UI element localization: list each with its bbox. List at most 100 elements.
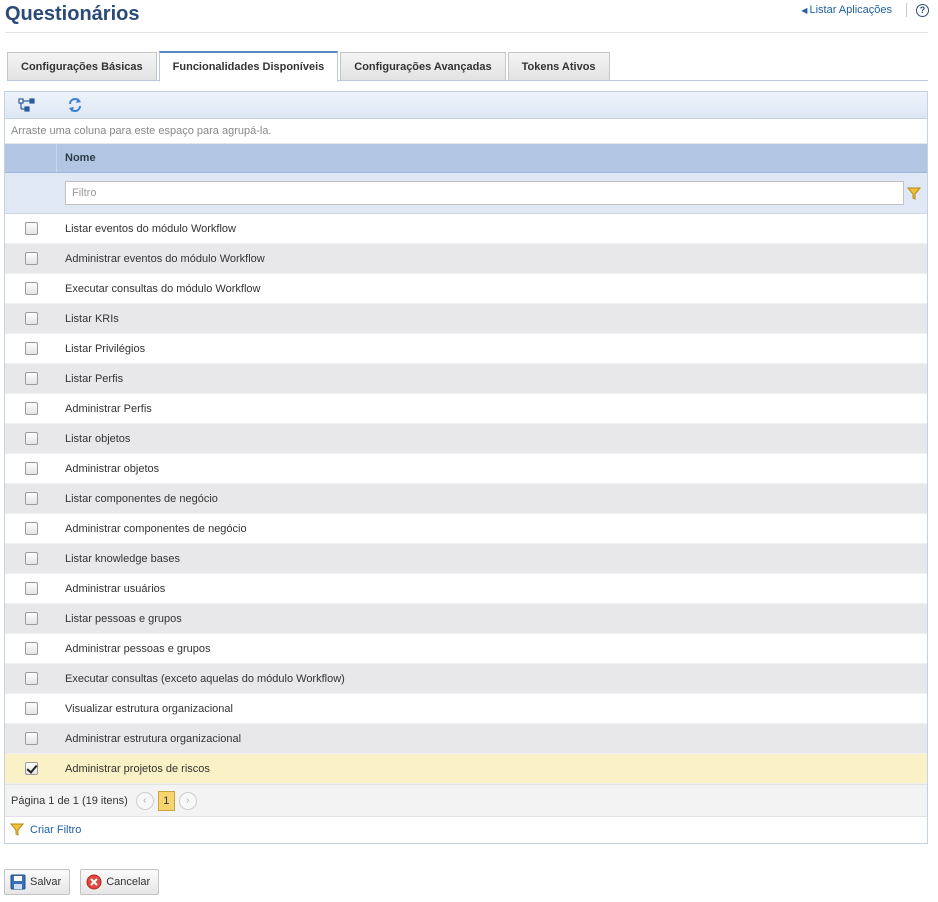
row-name: Listar KRIs [65,312,119,325]
row-checkbox[interactable] [24,552,38,565]
grid-header: Nome [5,144,927,173]
row-select-cell [5,342,57,355]
row-select-cell [5,552,57,565]
form-actions: Salvar Cancelar [4,869,169,895]
row-select-cell [5,522,57,535]
table-row[interactable]: Administrar usuários [5,574,927,604]
grid-rows: Listar eventos do módulo Workflow Adminis… [5,214,927,784]
tab-advanced-settings[interactable]: Configurações Avançadas [340,52,506,81]
row-select-cell [5,672,57,685]
table-row[interactable]: Administrar objetos [5,454,927,484]
tab-available-features[interactable]: Funcionalidades Disponíveis [158,51,339,82]
table-row[interactable]: Listar KRIs [5,304,927,334]
pager-page-1[interactable]: 1 [157,790,175,811]
row-checkbox[interactable] [24,222,38,235]
row-name: Administrar Perfis [65,402,152,415]
row-select-cell [5,462,57,475]
table-row[interactable]: Administrar projetos de riscos [5,754,927,784]
table-row[interactable]: Visualizar estrutura organizacional [5,694,927,724]
cancel-icon [86,874,102,890]
row-name: Administrar pessoas e grupos [65,642,211,655]
tab-basic-settings[interactable]: Configurações Básicas [7,52,157,81]
table-row[interactable]: Listar eventos do módulo Workflow [5,214,927,244]
top-links: ◀ Listar Aplicações ? [801,3,929,17]
list-applications-label: Listar Aplicações [809,4,892,16]
table-row[interactable]: Listar Privilégios [5,334,927,364]
table-row[interactable]: Listar Perfis [5,364,927,394]
row-checkbox[interactable] [24,432,38,445]
create-filter-link[interactable]: Criar Filtro [5,817,927,842]
row-checkbox[interactable] [24,492,38,505]
table-row[interactable]: Listar knowledge bases [5,544,927,574]
row-checkbox[interactable] [24,462,38,475]
refresh-icon[interactable] [65,95,85,115]
table-row[interactable]: Administrar componentes de negócio [5,514,927,544]
row-select-cell [5,282,57,295]
table-row[interactable]: Listar pessoas e grupos [5,604,927,634]
row-name: Listar componentes de negócio [65,492,218,505]
row-checkbox[interactable] [24,522,38,535]
pager-next-button[interactable]: › [178,791,197,810]
row-checkbox[interactable] [24,642,38,655]
tab-bar: Configurações Básicas Funcionalidades Di… [7,51,612,82]
table-row[interactable]: Executar consultas do módulo Workflow [5,274,927,304]
row-checkbox[interactable] [24,312,38,325]
save-label: Salvar [30,876,62,888]
pager-prev-button[interactable]: ‹ [135,791,154,810]
row-select-cell [5,702,57,715]
hierarchy-icon[interactable] [17,95,37,115]
caret-left-icon: ◀ [801,5,808,15]
table-row[interactable]: Administrar eventos do módulo Workflow [5,244,927,274]
funnel-icon [10,823,24,836]
row-select-cell [5,402,57,415]
cancel-button[interactable]: Cancelar [80,869,160,895]
separator [906,3,907,17]
row-checkbox[interactable] [24,252,38,265]
row-select-cell [5,312,57,325]
row-checkbox[interactable] [24,342,38,355]
row-select-cell [5,762,57,775]
table-row[interactable]: Administrar pessoas e grupos [5,634,927,664]
table-row[interactable]: Administrar estrutura organizacional [5,724,927,754]
row-select-cell [5,492,57,505]
row-checkbox[interactable] [24,762,38,775]
save-button[interactable]: Salvar [4,869,71,895]
title-divider [5,32,928,33]
table-row[interactable]: Executar consultas (exceto aquelas do mó… [5,664,927,694]
row-select-cell [5,612,57,625]
row-name: Administrar eventos do módulo Workflow [65,252,265,265]
filter-funnel-icon[interactable] [906,185,922,201]
table-row[interactable]: Listar componentes de negócio [5,484,927,514]
column-header-name[interactable]: Nome [57,144,96,172]
row-name: Administrar objetos [65,462,160,475]
list-applications-link[interactable]: ◀ Listar Aplicações [801,4,892,16]
help-icon[interactable]: ? [916,3,929,17]
pager: Página 1 de 1 (19 itens) ‹ 1 › [5,784,927,817]
row-name: Listar eventos do módulo Workflow [65,222,236,235]
floppy-disk-icon [10,874,26,890]
row-select-cell [5,372,57,385]
table-row[interactable]: Administrar Perfis [5,394,927,424]
row-name: Listar knowledge bases [65,552,180,565]
row-name: Administrar usuários [65,582,166,595]
filter-input[interactable] [65,181,904,205]
grid-toolbar [5,92,927,119]
row-checkbox[interactable] [24,372,38,385]
create-filter-label: Criar Filtro [30,823,82,836]
row-select-cell [5,642,57,655]
group-panel-hint[interactable]: Arraste uma coluna para este espaço para… [5,119,927,144]
table-row[interactable]: Listar objetos [5,424,927,454]
tab-active-tokens[interactable]: Tokens Ativos [507,52,610,81]
row-checkbox[interactable] [24,732,38,745]
row-checkbox[interactable] [24,672,38,685]
row-name: Administrar componentes de negócio [65,522,247,535]
row-checkbox[interactable] [24,612,38,625]
row-checkbox[interactable] [24,282,38,295]
row-name: Visualizar estrutura organizacional [65,702,233,715]
row-select-cell [5,432,57,445]
row-select-cell [5,582,57,595]
row-checkbox[interactable] [24,582,38,595]
row-checkbox[interactable] [24,402,38,415]
row-name: Listar Perfis [65,372,124,385]
row-checkbox[interactable] [24,702,38,715]
